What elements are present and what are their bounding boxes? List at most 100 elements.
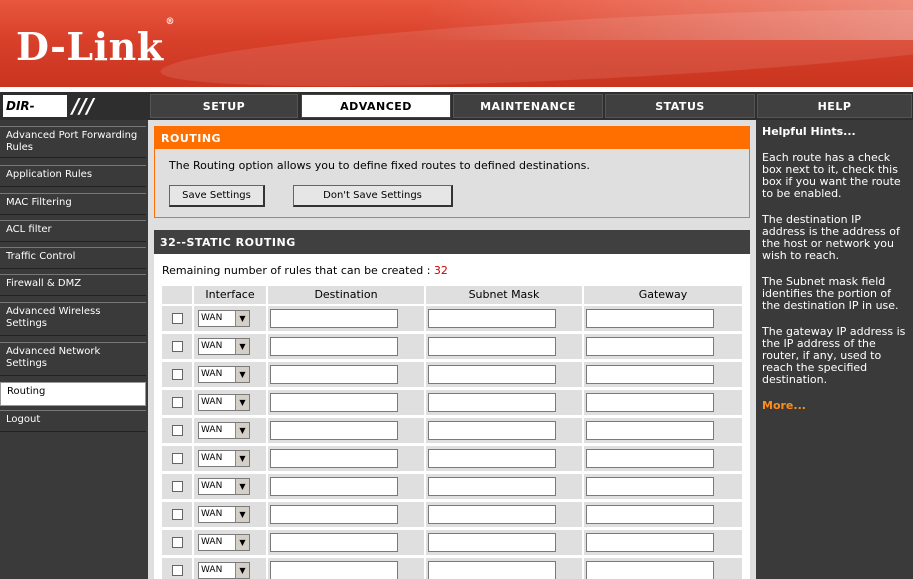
tab-advanced[interactable]: ADVANCED <box>301 94 451 118</box>
interface-select[interactable]: WAN ▼ <box>198 310 250 327</box>
dropdown-arrow-icon[interactable]: ▼ <box>235 367 249 382</box>
header-swoosh-highlight <box>410 0 913 40</box>
sidebar-item-traffic-control[interactable]: Traffic Control <box>0 247 146 269</box>
interface-select[interactable]: WAN ▼ <box>198 450 250 467</box>
subnet-mask-input[interactable] <box>428 449 556 468</box>
route-enable-checkbox[interactable] <box>172 537 183 548</box>
checkbox-column-header <box>162 286 192 304</box>
interface-select[interactable]: WAN ▼ <box>198 338 250 355</box>
subnet-mask-input[interactable] <box>428 337 556 356</box>
subnet-mask-input[interactable] <box>428 561 556 579</box>
sidebar-item-mac-filtering[interactable]: MAC Filtering <box>0 193 146 215</box>
tab-setup[interactable]: SETUP <box>150 94 298 118</box>
sidebar-item-firewall-dmz[interactable]: Firewall & DMZ <box>0 274 146 296</box>
destination-input[interactable] <box>270 421 398 440</box>
destination-input[interactable] <box>270 533 398 552</box>
remaining-rules-label: Remaining number of rules that can be cr… <box>162 264 431 277</box>
sidebar-item-advanced-network[interactable]: Advanced Network Settings <box>0 342 146 376</box>
help-hint-destination: The destination IP address is the addres… <box>762 213 900 262</box>
routing-panel: ROUTING The Routing option allows you to… <box>154 126 750 218</box>
dropdown-arrow-icon[interactable]: ▼ <box>235 535 249 550</box>
dropdown-arrow-icon[interactable]: ▼ <box>235 339 249 354</box>
gateway-input[interactable] <box>586 533 714 552</box>
help-panel: Helpful Hints... Each route has a check … <box>756 120 913 579</box>
gateway-input[interactable] <box>586 505 714 524</box>
model-name: DIR-605L <box>3 95 67 135</box>
sidebar-item-advanced-wireless[interactable]: Advanced Wireless Settings <box>0 302 146 336</box>
destination-input[interactable] <box>270 449 398 468</box>
gateway-input[interactable] <box>586 449 714 468</box>
interface-select[interactable]: WAN ▼ <box>198 506 250 523</box>
subnet-mask-input[interactable] <box>428 393 556 412</box>
dropdown-arrow-icon[interactable]: ▼ <box>235 423 249 438</box>
destination-input[interactable] <box>270 337 398 356</box>
dropdown-arrow-icon[interactable]: ▼ <box>235 451 249 466</box>
route-enable-checkbox[interactable] <box>172 313 183 324</box>
interface-select-value: WAN <box>201 481 223 491</box>
route-enable-checkbox[interactable] <box>172 369 183 380</box>
interface-select[interactable]: WAN ▼ <box>198 422 250 439</box>
help-more-link[interactable]: More... <box>762 400 907 412</box>
gateway-input[interactable] <box>586 393 714 412</box>
remaining-rules: Remaining number of rules that can be cr… <box>162 264 448 277</box>
subnet-mask-input[interactable] <box>428 505 556 524</box>
dropdown-arrow-icon[interactable]: ▼ <box>235 311 249 326</box>
interface-select[interactable]: WAN ▼ <box>198 534 250 551</box>
gateway-input[interactable] <box>586 309 714 328</box>
gateway-input[interactable] <box>586 365 714 384</box>
tab-maintenance[interactable]: MAINTENANCE <box>453 94 603 118</box>
sidebar-item-application-rules[interactable]: Application Rules <box>0 165 146 187</box>
route-enable-checkbox[interactable] <box>172 397 183 408</box>
dont-save-settings-button[interactable]: Don't Save Settings <box>293 185 453 207</box>
subnet-mask-input[interactable] <box>428 421 556 440</box>
sidebar-item-logout[interactable]: Logout <box>0 410 146 432</box>
subnet-mask-input[interactable] <box>428 477 556 496</box>
table-row: WAN ▼ <box>162 418 742 444</box>
tab-status[interactable]: STATUS <box>605 94 755 118</box>
destination-input[interactable] <box>270 393 398 412</box>
subnet-mask-input[interactable] <box>428 309 556 328</box>
interface-select-value: WAN <box>201 425 223 435</box>
table-row: WAN ▼ <box>162 334 742 360</box>
interface-select[interactable]: WAN ▼ <box>198 394 250 411</box>
destination-input[interactable] <box>270 561 398 579</box>
interface-select[interactable]: WAN ▼ <box>198 562 250 579</box>
dropdown-arrow-icon[interactable]: ▼ <box>235 395 249 410</box>
sidebar-item-acl-filter[interactable]: ACL filter <box>0 220 146 242</box>
route-enable-checkbox[interactable] <box>172 481 183 492</box>
sidebar-item-routing[interactable]: Routing <box>0 382 146 406</box>
dropdown-arrow-icon[interactable]: ▼ <box>235 563 249 578</box>
sidebar-item-port-forwarding[interactable]: Advanced Port Forwarding Rules <box>0 126 146 158</box>
route-enable-checkbox[interactable] <box>172 453 183 464</box>
help-hint-checkbox: Each route has a check box next to it, c… <box>762 151 901 200</box>
model-slashes-icon: /// <box>72 94 94 118</box>
gateway-input[interactable] <box>586 477 714 496</box>
save-settings-button[interactable]: Save Settings <box>169 185 265 207</box>
destination-input[interactable] <box>270 365 398 384</box>
interface-select[interactable]: WAN ▼ <box>198 478 250 495</box>
column-header-destination: Destination <box>268 286 424 304</box>
table-row: WAN ▼ <box>162 558 742 579</box>
table-row: WAN ▼ <box>162 530 742 556</box>
routing-description: The Routing option allows you to define … <box>169 159 590 172</box>
route-enable-checkbox[interactable] <box>172 341 183 352</box>
tab-help[interactable]: HELP <box>757 94 912 118</box>
gateway-input[interactable] <box>586 337 714 356</box>
destination-input[interactable] <box>270 309 398 328</box>
destination-input[interactable] <box>270 505 398 524</box>
gateway-input[interactable] <box>586 561 714 579</box>
routing-title: ROUTING <box>155 127 749 149</box>
subnet-mask-input[interactable] <box>428 533 556 552</box>
header-banner: D-Link® <box>0 0 913 90</box>
route-enable-checkbox[interactable] <box>172 565 183 576</box>
route-enable-checkbox[interactable] <box>172 425 183 436</box>
sidebar: Advanced Port Forwarding Rules Applicati… <box>0 120 148 579</box>
dropdown-arrow-icon[interactable]: ▼ <box>235 479 249 494</box>
gateway-input[interactable] <box>586 421 714 440</box>
dropdown-arrow-icon[interactable]: ▼ <box>235 507 249 522</box>
route-enable-checkbox[interactable] <box>172 509 183 520</box>
destination-input[interactable] <box>270 477 398 496</box>
help-hint-subnet: The Subnet mask field identifies the por… <box>762 275 899 312</box>
subnet-mask-input[interactable] <box>428 365 556 384</box>
interface-select[interactable]: WAN ▼ <box>198 366 250 383</box>
